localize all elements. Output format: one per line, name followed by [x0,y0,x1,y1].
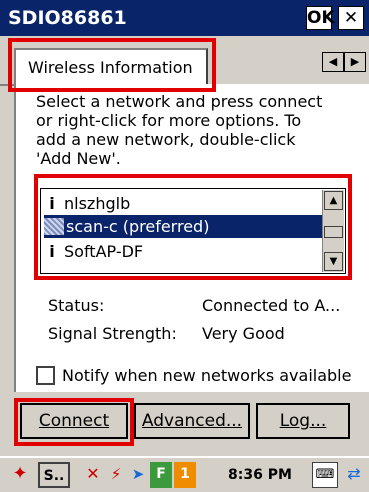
start-flag-icon[interactable]: ✦ [6,462,34,488]
signal-strength-value: Very Good [202,324,285,343]
signal-strength-label: Signal Strength: [48,324,177,343]
log-button[interactable]: Log... [256,403,350,439]
advanced-button[interactable]: Advanced... [134,403,250,439]
highlight-connect [14,398,134,446]
highlight-network-list [34,174,352,280]
task-button[interactable]: S.. [38,462,70,488]
close-button[interactable]: ✕ [338,6,364,30]
highlight-tab [8,38,216,92]
status-label: Status: [48,296,105,315]
log-button-label: Log... [279,411,327,431]
connection-icon[interactable]: ✕ [80,462,106,488]
one-badge[interactable]: 1 [174,462,196,488]
network-icon[interactable]: ➤ [128,462,148,488]
battery-icon[interactable]: ⚡ [106,462,126,488]
f-badge[interactable]: F [150,462,172,488]
window-title: SDIO86861 [8,7,127,29]
tab-scroll-left-icon[interactable]: ◀ [322,52,344,72]
notify-checkbox[interactable] [36,366,55,385]
sync-icon[interactable]: ⇄ [342,462,366,488]
tab-scroll-right-icon[interactable]: ▶ [344,52,366,72]
ok-button[interactable]: OK [306,6,335,30]
notify-label: Notify when new networks available [62,366,352,385]
advanced-button-label: Advanced... [141,411,243,431]
instructions-text: Select a network and press connect or ri… [36,92,323,168]
status-value: Connected to A... [202,296,341,315]
keyboard-icon[interactable]: ⌨ [312,462,338,488]
clock[interactable]: 8:36 PM [228,462,292,488]
